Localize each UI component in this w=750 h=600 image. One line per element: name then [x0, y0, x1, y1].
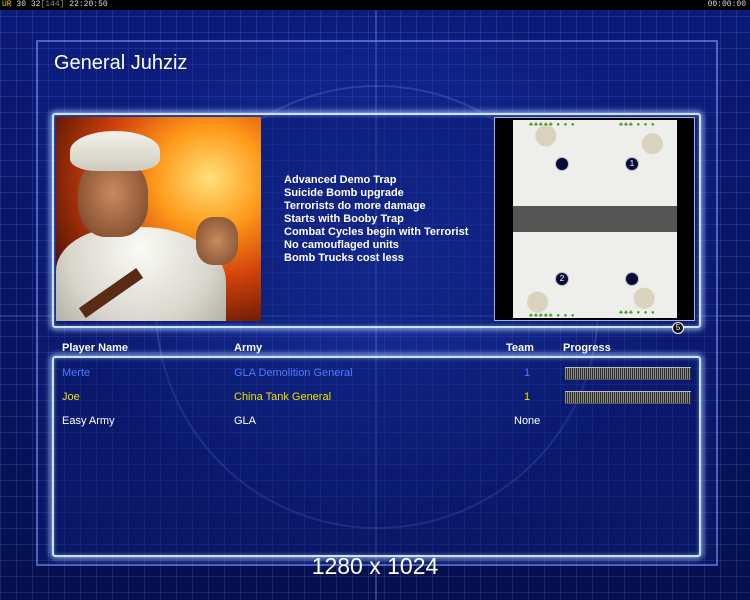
- player-name: Easy Army: [62, 415, 115, 427]
- player-row: Merte GLA Demolition General 1: [0, 367, 750, 383]
- player-name: Joe: [62, 391, 80, 403]
- fps-value: 30 32: [16, 0, 41, 9]
- general-title: General Juhziz: [54, 52, 188, 74]
- start-position-marker: 2: [555, 272, 569, 286]
- bonus-item: Suicide Bomb upgrade: [284, 187, 404, 199]
- bonus-item: Advanced Demo Trap: [284, 174, 397, 186]
- fps-average: [144]: [40, 0, 65, 9]
- bonus-item: Bomb Trucks cost less: [284, 252, 404, 264]
- map-trees-top-left: ♣♣♣♣♣ ● ● ●: [529, 122, 576, 128]
- start-position-marker: 1: [625, 157, 639, 171]
- player-name: Merte: [62, 367, 91, 379]
- header-player-name: Player Name: [62, 342, 129, 354]
- bonus-item: No camouflaged units: [284, 239, 399, 251]
- header-team: Team: [506, 342, 534, 354]
- general-bonus-list: Advanced Demo Trap Suicide Bomb upgrade …: [284, 174, 468, 265]
- player-army: GLA Demolition General: [234, 367, 353, 379]
- bonus-item: Combat Cycles begin with Terrorist: [284, 226, 469, 238]
- general-portrait: [56, 117, 261, 321]
- debug-topbar: UR 30 32[144] 22:20:50 00:00:00: [0, 0, 750, 10]
- start-position-marker: [555, 157, 569, 171]
- map-preview: ♣♣♣♣♣ ● ● ● ♣♣♣ ● ● ● ♣♣♣♣♣ ● ● ● ♣♣♣ ● …: [494, 117, 695, 321]
- loading-progress-bar: [565, 367, 691, 380]
- clock-time: 22:20:50: [69, 0, 108, 9]
- game-timer: 00:00:00: [707, 0, 746, 9]
- player-team: None: [514, 415, 541, 427]
- header-army: Army: [234, 342, 263, 354]
- resolution-label: 1280 x 1024: [311, 553, 439, 579]
- map-trees-bottom-right: ♣♣♣ ● ● ●: [619, 310, 656, 316]
- loading-progress-bar: [565, 391, 691, 404]
- header-progress: Progress: [563, 342, 611, 354]
- map-player-count-badge: 5: [672, 322, 684, 334]
- player-list-panel: [52, 356, 701, 557]
- stats-prefix: UR: [2, 0, 12, 9]
- start-position-marker: [625, 272, 639, 286]
- map-trees-top-right: ♣♣♣ ● ● ●: [619, 122, 656, 128]
- bonus-item: Terrorists do more damage: [284, 200, 426, 212]
- player-team: 1: [524, 367, 531, 379]
- map-road: [513, 206, 677, 232]
- player-army: GLA: [234, 415, 257, 427]
- player-team: 1: [524, 391, 531, 403]
- player-row: Joe China Tank General 1: [0, 391, 750, 407]
- bonus-item: Starts with Booby Trap: [284, 213, 404, 225]
- player-army: China Tank General: [234, 391, 332, 403]
- map-trees-bottom-left: ♣♣♣♣♣ ● ● ●: [529, 313, 576, 319]
- player-row: Easy Army GLA None: [0, 415, 750, 431]
- fps-readout: UR 30 32[144] 22:20:50: [2, 0, 108, 10]
